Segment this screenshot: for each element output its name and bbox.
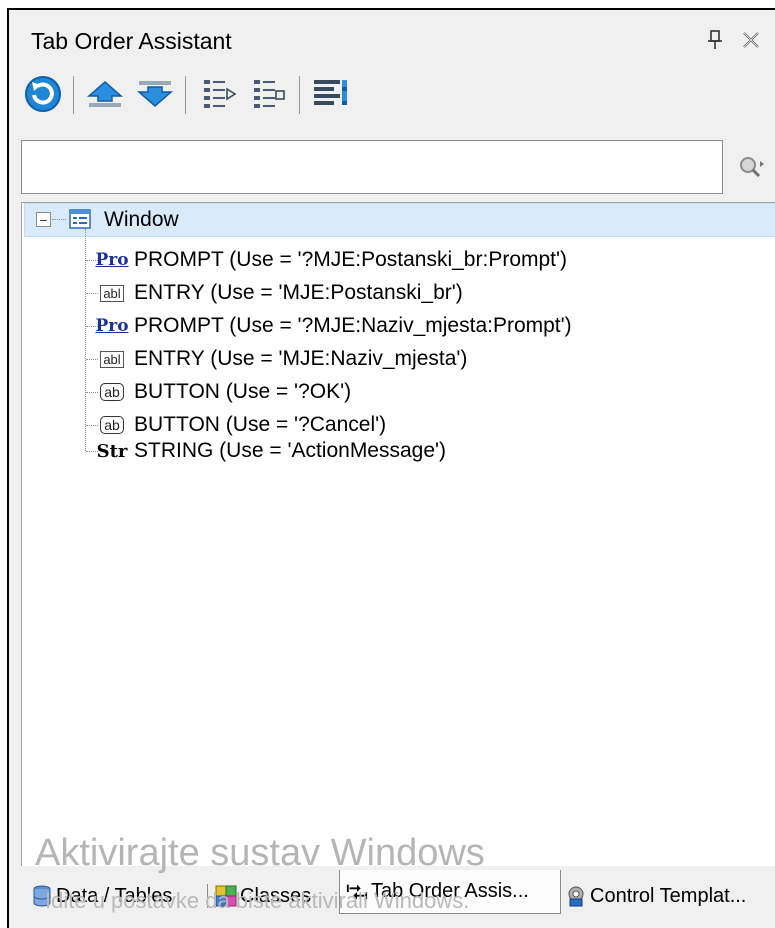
list-order-icon[interactable] <box>195 70 243 118</box>
tree-item-label[interactable]: BUTTON (Use = '?OK') <box>134 380 351 404</box>
tree-item-label[interactable]: STRING (Use = 'ActionMessage') <box>134 439 446 463</box>
collapse-icon[interactable]: − <box>36 212 51 227</box>
prompt-icon: Pro <box>95 316 129 336</box>
search-icon[interactable] <box>734 150 770 184</box>
tab-control-template[interactable]: Control Templat... <box>565 878 746 914</box>
activation-watermark-subline: Idite u postavke da biste aktivirali Win… <box>45 888 470 913</box>
tree-item-label[interactable]: ENTRY (Use = 'MJE:Postanski_br') <box>134 281 463 305</box>
entry-icon: abl <box>98 348 126 370</box>
move-up-icon[interactable] <box>81 70 129 118</box>
string-icon: Str <box>96 440 128 462</box>
panel-title: Tab Order Assistant <box>31 28 232 54</box>
pin-icon[interactable] <box>701 26 729 54</box>
tree-item-label[interactable]: PROMPT (Use = '?MJE:Naziv_mjesta:Prompt'… <box>134 314 572 338</box>
list-order-alt-icon[interactable] <box>245 70 293 118</box>
control-tree: − Window Pro PROMPT (Use = '?MJE:Postans… <box>21 202 775 866</box>
entry-icon: abl <box>98 282 126 304</box>
tree-item-label[interactable]: ENTRY (Use = 'MJE:Naziv_mjesta') <box>134 347 467 371</box>
search-box <box>21 140 723 194</box>
button-icon: ab <box>98 381 126 403</box>
panel-titlebar: Tab Order Assistant <box>9 10 775 62</box>
control-template-icon <box>565 885 587 907</box>
align-controls-icon[interactable] <box>307 70 355 118</box>
tree-item-label[interactable]: BUTTON (Use = '?Cancel') <box>134 413 386 437</box>
tree-root-label: Window <box>104 208 179 231</box>
window-icon <box>66 208 94 230</box>
button-icon: ab <box>98 414 126 436</box>
refresh-icon[interactable] <box>19 70 67 118</box>
close-icon[interactable] <box>737 26 765 54</box>
toolbar <box>9 66 775 122</box>
search-input[interactable] <box>22 141 722 193</box>
tree-item-label[interactable]: PROMPT (Use = '?MJE:Postanski_br:Prompt'… <box>134 248 567 272</box>
move-down-icon[interactable] <box>131 70 179 118</box>
prompt-icon: Pro <box>95 250 129 270</box>
tab-order-assistant-panel: Tab Order Assistant − Window Pro PROMPT … <box>7 8 775 928</box>
